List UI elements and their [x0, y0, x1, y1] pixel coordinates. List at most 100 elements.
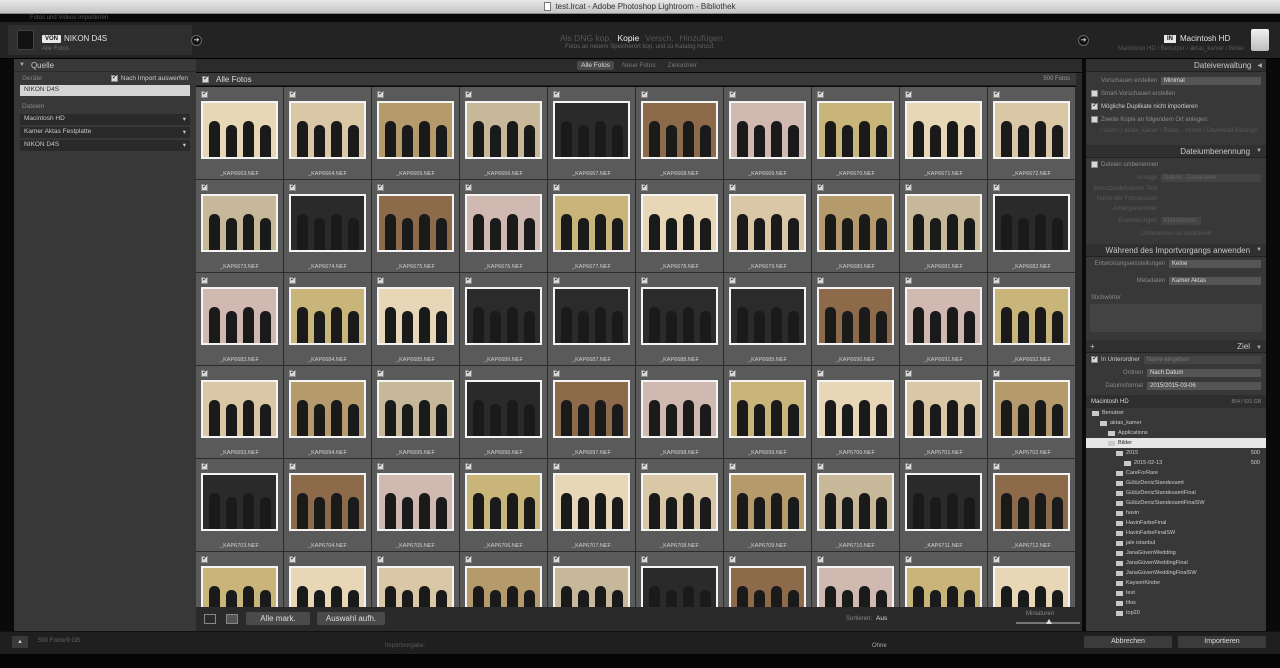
- photo-thumbnail[interactable]: [377, 473, 454, 531]
- photo-thumbnail[interactable]: [817, 380, 894, 438]
- photo-thumbnail[interactable]: [289, 287, 366, 345]
- plus-icon[interactable]: +: [1090, 342, 1095, 351]
- photo-thumbnail[interactable]: [905, 566, 982, 607]
- photo-checkbox[interactable]: [993, 275, 1000, 284]
- photo-thumbnail[interactable]: [817, 566, 894, 607]
- photo-cell[interactable]: [372, 552, 459, 607]
- photo-cell[interactable]: _KAP6670.NEF: [812, 87, 899, 179]
- import-button[interactable]: Importieren: [1178, 636, 1266, 648]
- photo-cell[interactable]: [636, 552, 723, 607]
- photo-thumbnail[interactable]: [641, 380, 718, 438]
- photo-checkbox[interactable]: [993, 89, 1000, 98]
- photo-thumbnail[interactable]: [817, 194, 894, 252]
- folder-tree-item[interactable]: Applications: [1086, 428, 1266, 438]
- photo-thumbnail[interactable]: [729, 194, 806, 252]
- photo-checkbox[interactable]: [905, 275, 912, 284]
- folder-tree-item[interactable]: HavinFarbeFinalSW: [1086, 528, 1266, 538]
- folder-tree-item[interactable]: JanaGüvenWeddingFinalSW: [1086, 568, 1266, 578]
- photo-checkbox[interactable]: [377, 461, 384, 470]
- folder-tree-item[interactable]: tilos: [1086, 598, 1266, 608]
- folder-tree-item[interactable]: GülüzDenizStandesamtFinalSW: [1086, 498, 1266, 508]
- photo-cell[interactable]: _KAP6700.NEF: [812, 366, 899, 458]
- photo-thumbnail[interactable]: [729, 287, 806, 345]
- photo-cell[interactable]: [196, 552, 283, 607]
- subfolder-name-input[interactable]: Name eingeben: [1143, 355, 1261, 364]
- photo-thumbnail[interactable]: [905, 101, 982, 159]
- photo-checkbox[interactable]: [553, 275, 560, 284]
- photo-checkbox[interactable]: [729, 182, 736, 191]
- photo-thumbnail[interactable]: [465, 566, 542, 607]
- photo-cell[interactable]: _KAP6699.NEF: [724, 366, 811, 458]
- photo-cell[interactable]: _KAP6682.NEF: [988, 180, 1075, 272]
- photo-cell[interactable]: _KAP6691.NEF: [900, 273, 987, 365]
- photo-cell[interactable]: _KAP6664.NEF: [284, 87, 371, 179]
- subfolder-row[interactable]: In UnterordnerName eingeben: [1086, 353, 1266, 366]
- photo-thumbnail[interactable]: [641, 566, 718, 607]
- source-device-name[interactable]: NIKON D4S: [64, 34, 107, 43]
- folder-tree-item[interactable]: Bilder: [1086, 438, 1266, 448]
- destination-disk-row[interactable]: Macintosh HD 804 / 931 GB: [1086, 395, 1266, 408]
- photo-checkbox[interactable]: [465, 554, 472, 563]
- photo-checkbox[interactable]: [641, 89, 648, 98]
- photo-thumbnail[interactable]: [465, 287, 542, 345]
- photo-cell[interactable]: [460, 552, 547, 607]
- photo-thumbnail[interactable]: [465, 473, 542, 531]
- eject-after-import[interactable]: Nach Import auswerfen: [110, 73, 188, 82]
- photo-cell[interactable]: [900, 552, 987, 607]
- photo-checkbox[interactable]: [905, 461, 912, 470]
- caret-up-icon[interactable]: ▲: [12, 636, 28, 648]
- photo-checkbox[interactable]: [817, 461, 824, 470]
- photo-cell[interactable]: _KAP6687.NEF: [548, 273, 635, 365]
- photo-cell[interactable]: [548, 552, 635, 607]
- second-copy-row[interactable]: Zweite Kopie an folgendem Ort anlegen:: [1086, 113, 1266, 126]
- photo-checkbox[interactable]: [201, 461, 208, 470]
- photo-checkbox[interactable]: [729, 368, 736, 377]
- photo-cell[interactable]: _KAP6710.NEF: [812, 459, 899, 551]
- photo-cell[interactable]: _KAP6697.NEF: [548, 366, 635, 458]
- subfolder-checkbox[interactable]: [1091, 354, 1098, 363]
- loupe-view-icon[interactable]: [226, 614, 238, 624]
- photo-thumbnail[interactable]: [993, 380, 1070, 438]
- cancel-button[interactable]: Abbrechen: [1084, 636, 1172, 648]
- photo-checkbox[interactable]: [553, 461, 560, 470]
- photo-checkbox[interactable]: [905, 554, 912, 563]
- photo-cell[interactable]: _KAP6704.NEF: [284, 459, 371, 551]
- photo-checkbox[interactable]: [553, 182, 560, 191]
- photo-thumbnail[interactable]: [729, 380, 806, 438]
- photo-thumbnail[interactable]: [289, 566, 366, 607]
- volume-item[interactable]: Kamer Aktas Festplatte ▾: [20, 127, 190, 138]
- photo-checkbox[interactable]: [377, 182, 384, 191]
- photo-checkbox[interactable]: [993, 461, 1000, 470]
- photo-checkbox[interactable]: [553, 368, 560, 377]
- source-panel-header[interactable]: ▼ Quelle: [14, 59, 196, 72]
- mode-dng-copy[interactable]: Als DNG kop.: [560, 33, 612, 43]
- photo-cell[interactable]: _KAP6698.NEF: [636, 366, 723, 458]
- photo-thumbnail[interactable]: [729, 566, 806, 607]
- photo-cell[interactable]: _KAP6681.NEF: [900, 180, 987, 272]
- photo-cell[interactable]: _KAP6708.NEF: [636, 459, 723, 551]
- photo-thumbnail[interactable]: [817, 473, 894, 531]
- select-all-checkbox[interactable]: [202, 74, 209, 83]
- folder-tree-item[interactable]: test: [1086, 588, 1266, 598]
- sort-select[interactable]: Aus: [876, 615, 887, 622]
- photo-checkbox[interactable]: [641, 461, 648, 470]
- photo-cell[interactable]: _KAP6679.NEF: [724, 180, 811, 272]
- file-handling-header[interactable]: Dateiverwaltung ◀: [1086, 59, 1266, 72]
- extensions-select[interactable]: Kleinbuchst.: [1161, 216, 1201, 225]
- organize-select[interactable]: Nach Datum: [1147, 368, 1261, 377]
- photo-cell[interactable]: [988, 552, 1075, 607]
- photo-checkbox[interactable]: [729, 461, 736, 470]
- second-copy-path[interactable]: / Users / aktas_kamer / Pictur... mmen /…: [1086, 126, 1266, 135]
- photo-checkbox[interactable]: [377, 275, 384, 284]
- photo-cell[interactable]: [284, 552, 371, 607]
- photo-cell[interactable]: [812, 552, 899, 607]
- photo-thumbnail[interactable]: [993, 287, 1070, 345]
- photo-thumbnail[interactable]: [993, 473, 1070, 531]
- photo-checkbox[interactable]: [641, 368, 648, 377]
- photo-cell[interactable]: _KAP6669.NEF: [724, 87, 811, 179]
- rename-header[interactable]: Dateiumbenennung ▼: [1086, 145, 1266, 158]
- photo-thumbnail[interactable]: [201, 287, 278, 345]
- photo-checkbox[interactable]: [817, 368, 824, 377]
- photo-cell[interactable]: _KAP6694.NEF: [284, 366, 371, 458]
- photo-cell[interactable]: _KAP6667.NEF: [548, 87, 635, 179]
